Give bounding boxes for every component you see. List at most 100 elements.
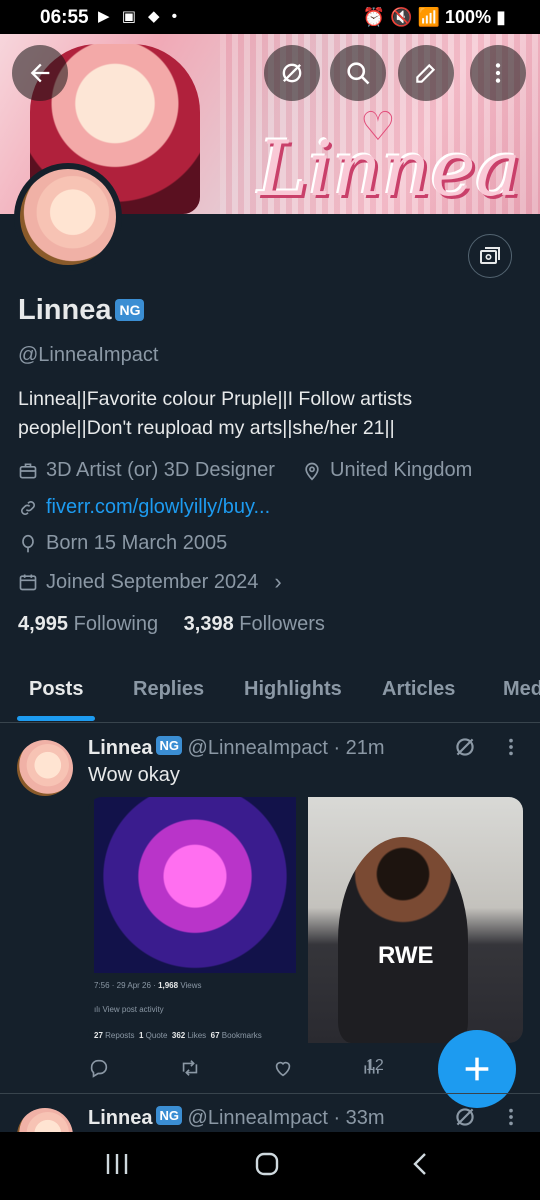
tab-posts[interactable]: Posts (29, 678, 83, 701)
tab-replies[interactable]: Replies (133, 678, 204, 701)
post-more-button[interactable] (500, 1106, 522, 1133)
profile-name-text: Linnea (18, 294, 112, 326)
banner-logo-text: Linnea (258, 124, 521, 213)
embedded-likes-label: Likes (187, 1031, 207, 1040)
following-link[interactable]: 4,995 Following (18, 613, 158, 635)
joined-row[interactable]: Joined September 2024 › (18, 569, 282, 595)
back-arrow-icon (30, 63, 50, 83)
search-icon (347, 62, 370, 85)
avatar-image (20, 169, 116, 265)
followers-link[interactable]: 3,398 Followers (184, 613, 325, 635)
embedded-reposts-count: 27 (94, 1031, 103, 1040)
post-author-name[interactable]: Linnea (88, 1107, 152, 1129)
tab-media[interactable]: Med (503, 678, 540, 701)
post-handle-time: @LinneaImpact · 33m (187, 1107, 385, 1129)
system-nav-bar (0, 1132, 540, 1200)
reply-icon (90, 1059, 108, 1078)
profile-handle: @LinneaImpact (18, 344, 159, 366)
grok-icon (456, 1108, 474, 1126)
profile-bio: Linnea||Favorite colour Pruple||I Follow… (18, 388, 413, 439)
repost-icon (182, 1060, 198, 1076)
post-text: Wow okay (88, 764, 180, 786)
display-icon (480, 247, 500, 264)
post-avatar[interactable] (17, 740, 73, 796)
link-icon (21, 500, 35, 515)
embedded-views-count: 1,968 (158, 981, 179, 990)
tab-highlights[interactable]: Highlights (244, 678, 342, 701)
calendar-icon (19, 574, 37, 591)
location-pin-icon (305, 462, 319, 481)
edit-button[interactable] (398, 45, 454, 101)
post-image[interactable]: 7:56 · 29 Apr 26 · 1,968 Views ılı View … (88, 797, 302, 1043)
artwork-image (94, 797, 296, 973)
post-more-button[interactable] (500, 736, 522, 763)
tab-articles[interactable]: Articles (382, 678, 455, 701)
recent-apps-button[interactable] (104, 1146, 130, 1187)
plus-icon (465, 1057, 489, 1081)
profile-avatar[interactable] (14, 163, 122, 271)
embedded-bookmarks-count: 67 (210, 1031, 220, 1040)
display-button[interactable] (468, 234, 512, 278)
embedded-stats: 27 Reposts 1 Quote 362 Likes 67 Bookmark… (94, 1031, 262, 1040)
wifi-icon: 📶 (417, 7, 441, 27)
ng-badge: NG (115, 299, 145, 321)
post-author-name[interactable]: Linnea (88, 737, 152, 759)
chevron-right-icon: › (274, 569, 282, 594)
post-header: Linnea NG @LinneaImpact · 21m (88, 736, 385, 760)
compose-post-button[interactable] (438, 1030, 516, 1108)
pencil-icon (416, 63, 436, 83)
grok-icon (456, 738, 474, 756)
location-text: United Kingdom (330, 459, 473, 481)
profile-tabs: Posts Replies Highlights Articles Med (0, 666, 540, 723)
profession-row: 3D Artist (or) 3D Designer (18, 459, 275, 482)
back-button[interactable] (12, 45, 68, 101)
embedded-time-line: 7:56 · 29 Apr 26 · 1,968 Views (94, 981, 202, 990)
embedded-quote-label: Quote (145, 1031, 168, 1040)
views-button[interactable]: 12 (362, 1057, 384, 1077)
profession-text: 3D Artist (or) 3D Designer (46, 459, 275, 481)
profile-name: Linnea NG (18, 294, 145, 327)
back-nav-button[interactable] (408, 1146, 434, 1187)
website-link[interactable]: fiverr.com/glowlyilly/buy... (46, 496, 270, 519)
post-grok-button[interactable] (452, 734, 478, 765)
reply-button[interactable] (88, 1057, 110, 1079)
views-count: 12 (366, 1057, 384, 1074)
heart-icon (275, 1061, 291, 1077)
home-icon (255, 1152, 279, 1176)
embedded-time: 7:56 · 29 Apr 26 · (94, 981, 156, 990)
follow-counts: 4,995 Following 3,398 Followers (18, 613, 325, 636)
home-button[interactable] (254, 1146, 280, 1187)
repost-button[interactable] (178, 1057, 202, 1079)
recent-apps-icon (106, 1154, 128, 1174)
post-actions: 12 (88, 1057, 418, 1083)
post-grok-button[interactable] (452, 1104, 478, 1135)
more-vertical-icon (495, 63, 501, 83)
mute-icon: 🔇 (390, 7, 413, 27)
birthday-row: Born 15 March 2005 (18, 532, 227, 555)
followers-label: Followers (239, 613, 325, 635)
grok-icon (282, 63, 302, 83)
chart-icon: ılı (94, 1005, 101, 1014)
location-row: United Kingdom (302, 459, 472, 482)
briefcase-icon (19, 463, 37, 478)
more-options-button[interactable] (470, 45, 526, 101)
more-vertical-icon (509, 738, 513, 756)
shirt-logo-text: RWE (378, 942, 434, 969)
joined-text: Joined September 2024 (46, 570, 259, 593)
post-header: Linnea NG @LinneaImpact · 33m (88, 1106, 385, 1130)
embedded-reposts-label: Reposts (105, 1031, 135, 1040)
followers-count: 3,398 (183, 613, 234, 635)
like-button[interactable] (272, 1057, 294, 1079)
grok-button[interactable] (264, 45, 320, 101)
website-row[interactable]: fiverr.com/glowlyilly/buy... (18, 496, 270, 519)
post-video[interactable]: RWE (308, 797, 523, 1043)
embedded-bookmarks-label: Bookmarks (221, 1031, 262, 1040)
notification-icons: ▶ ▣ ◆ • (98, 8, 181, 25)
embedded-likes-count: 362 (171, 1031, 186, 1040)
embedded-quote-count: 1 (138, 1031, 144, 1040)
following-label: Following (73, 613, 159, 635)
search-button[interactable] (330, 45, 386, 101)
status-time: 06:55 (40, 7, 89, 28)
active-tab-indicator (17, 716, 95, 721)
post-divider (0, 1093, 540, 1094)
